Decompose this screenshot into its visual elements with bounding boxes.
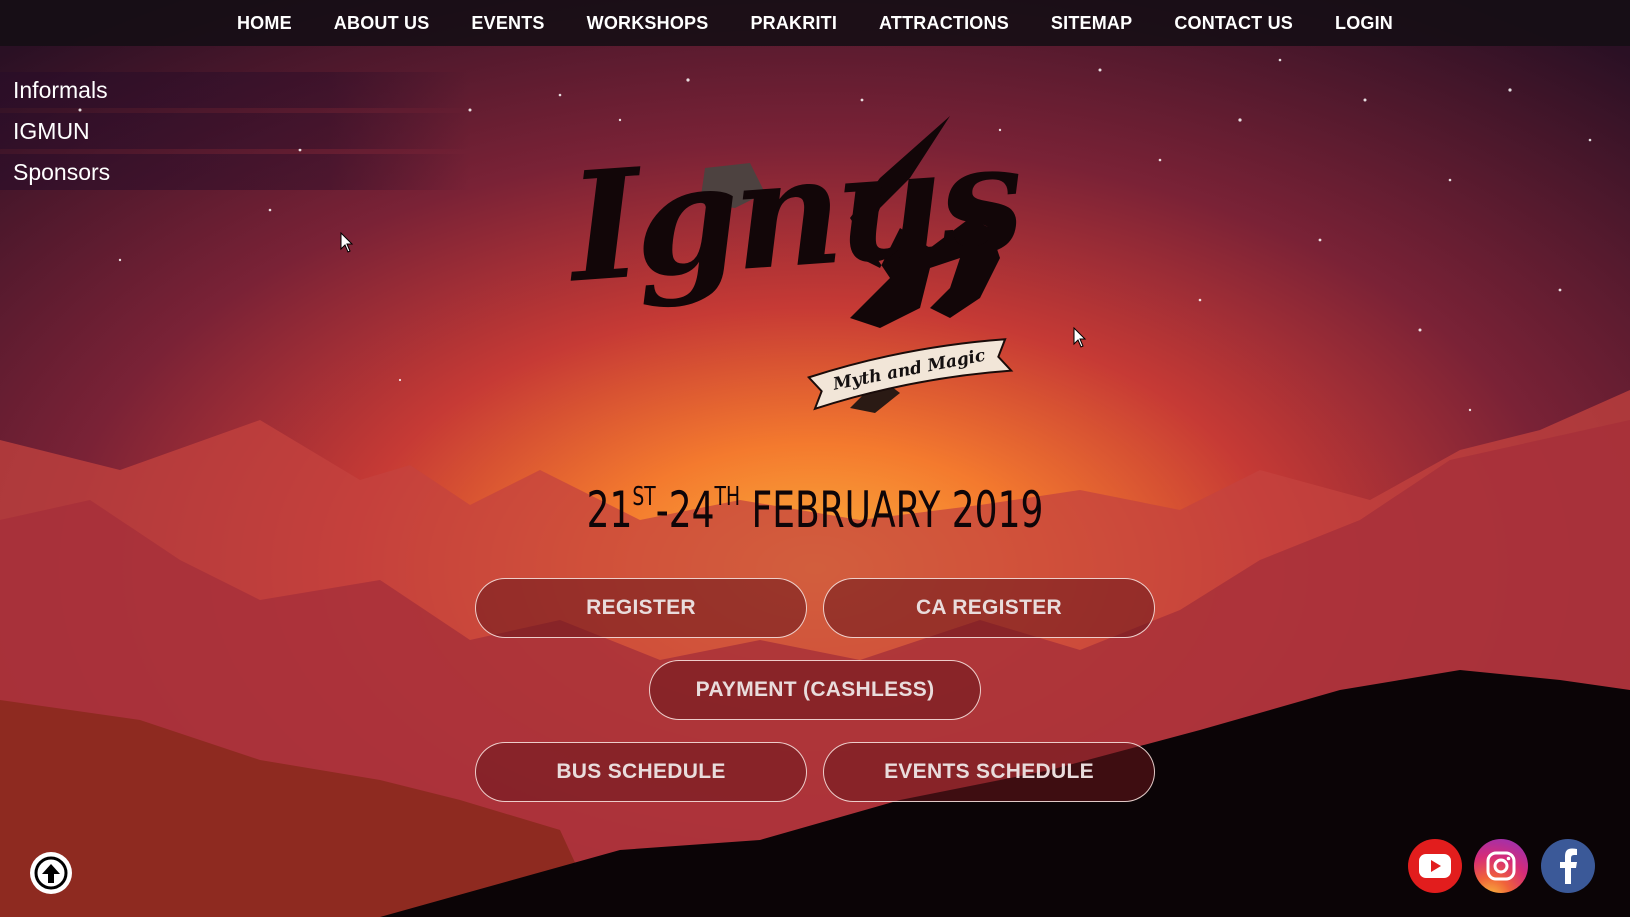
register-button[interactable]: REGISTER <box>475 578 807 638</box>
instagram-icon <box>1486 851 1516 881</box>
logo-wordmark: Ignus <box>564 109 1024 317</box>
date-end-day: 24 <box>668 481 715 539</box>
payment-cashless-button[interactable]: PAYMENT (CASHLESS) <box>649 660 981 720</box>
nav-home[interactable]: HOME <box>237 13 292 34</box>
date-start-suffix: ST <box>632 482 656 512</box>
side-item-informals[interactable]: Informals <box>0 72 470 108</box>
top-navigation: HOME ABOUT US EVENTS WORKSHOPS PRAKRITI … <box>0 0 1630 46</box>
nav-events[interactable]: EVENTS <box>471 13 544 34</box>
side-item-sponsors[interactable]: Sponsors <box>0 154 470 190</box>
arrow-up-circle-icon <box>34 856 68 890</box>
nav-prakriti[interactable]: PRAKRITI <box>750 13 837 34</box>
date-start-day: 21 <box>586 481 633 539</box>
facebook-icon <box>1560 848 1577 884</box>
youtube-icon <box>1419 854 1451 878</box>
ca-register-button[interactable]: CA REGISTER <box>823 578 1155 638</box>
nav-attractions[interactable]: ATTRACTIONS <box>879 13 1009 34</box>
bus-schedule-button[interactable]: BUS SCHEDULE <box>475 742 807 802</box>
nav-login[interactable]: LOGIN <box>1335 13 1393 34</box>
mouse-cursor-icon <box>340 232 354 253</box>
side-menu: Informals IGMUN Sponsors <box>0 72 470 195</box>
side-item-igmun[interactable]: IGMUN <box>0 113 470 149</box>
date-month-year: FEBRUARY 2019 <box>751 481 1044 539</box>
nav-workshops[interactable]: WORKSHOPS <box>587 13 709 34</box>
festival-date: 21ST-24TH FEBRUARY 2019 <box>228 484 1402 535</box>
ignus-logo: Ignus Myth and Magic <box>550 108 1070 468</box>
facebook-button[interactable] <box>1541 839 1595 893</box>
mouse-cursor-icon <box>1073 327 1087 348</box>
events-schedule-button[interactable]: EVENTS SCHEDULE <box>823 742 1155 802</box>
date-separator: - <box>655 481 669 539</box>
nav-about-us[interactable]: ABOUT US <box>334 13 430 34</box>
back-to-top-button[interactable] <box>30 852 72 894</box>
instagram-button[interactable] <box>1474 839 1528 893</box>
nav-contact-us[interactable]: CONTACT US <box>1174 13 1293 34</box>
youtube-button[interactable] <box>1408 839 1462 893</box>
nav-sitemap[interactable]: SITEMAP <box>1051 13 1132 34</box>
date-end-suffix: TH <box>714 482 741 512</box>
